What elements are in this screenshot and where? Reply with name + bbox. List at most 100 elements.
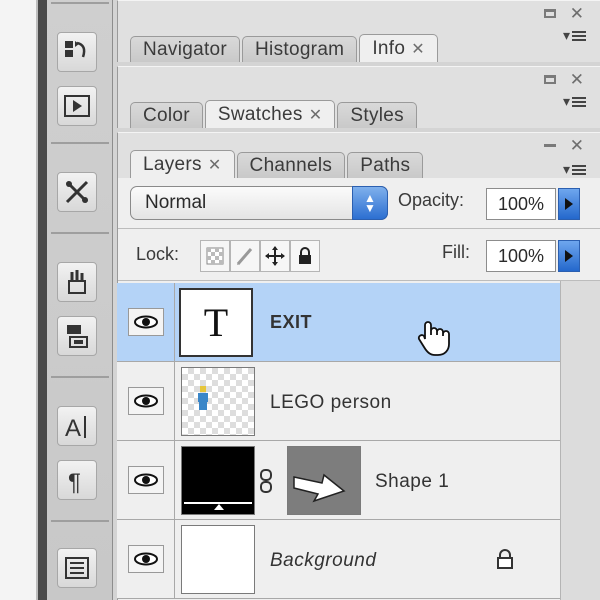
layer-name[interactable]: Shape 1 (375, 471, 449, 493)
clone-source-icon[interactable] (57, 316, 97, 356)
play-arrow-icon (565, 250, 573, 262)
tab-navigator[interactable]: Navigator (130, 36, 241, 62)
layer-name[interactable]: LEGO person (270, 392, 392, 414)
lock-all-icon[interactable] (290, 240, 320, 272)
tab-close-icon[interactable]: ✕ (411, 39, 425, 59)
close-icon[interactable]: ✕ (570, 5, 584, 22)
swatches-panel-group: ✕ Color Swatches ✕ Styles ▾ (117, 66, 600, 128)
visibility-toggle[interactable] (117, 362, 175, 440)
minimize-icon[interactable] (543, 74, 556, 84)
chevron-down-icon: ▾ (562, 93, 570, 109)
panel-menu-button[interactable]: ▾ (563, 161, 586, 178)
tab-paths[interactable]: Paths (347, 152, 424, 178)
panel-controls: ✕ (543, 137, 584, 154)
opacity-label: Opacity: (398, 190, 465, 210)
panel-menu-button[interactable]: ▾ (563, 93, 586, 110)
layer-name[interactable]: Background (270, 550, 376, 572)
tab-color[interactable]: Color (130, 102, 203, 128)
opacity-slider-button[interactable] (558, 188, 580, 220)
dock-group-history (51, 2, 109, 4)
layer-list: T EXIT LEGO person Shape 1 Background (117, 283, 600, 600)
actions-icon[interactable] (57, 86, 97, 126)
panel-controls: ✕ (543, 5, 584, 22)
tool-presets-icon[interactable] (57, 172, 97, 212)
brushes-icon[interactable] (57, 262, 97, 302)
tab-info[interactable]: Info ✕ (359, 34, 438, 62)
divider (118, 280, 600, 281)
workspace-gap (38, 0, 47, 600)
layer-comps-icon[interactable] (57, 548, 97, 588)
divider (118, 228, 600, 229)
fill-label: Fill: (442, 242, 470, 262)
eye-icon (133, 315, 158, 329)
panel-menu-button[interactable]: ▾ (563, 27, 586, 44)
dock-group-layer-comps (51, 520, 109, 522)
eye-icon (133, 473, 158, 487)
layer-row-background[interactable]: Background (117, 520, 560, 599)
layers-scrollbar[interactable] (560, 281, 600, 600)
panel-tabs: Color Swatches ✕ Styles (130, 100, 417, 128)
tool-dock: A ¶ (47, 0, 113, 600)
lock-position-icon[interactable] (260, 240, 290, 272)
eye-icon (133, 394, 158, 408)
layer-row-exit[interactable]: T EXIT (117, 283, 560, 362)
menu-lines-icon (572, 95, 586, 109)
select-arrows-icon: ▲ ▼ (352, 186, 388, 220)
arrow-shape-icon (293, 473, 346, 503)
tab-close-icon[interactable]: ✕ (208, 155, 222, 175)
dock-group-tools (51, 142, 109, 144)
link-icon[interactable] (259, 469, 273, 493)
fill-slider-button[interactable] (558, 240, 580, 272)
layers-panel-header: ✕ Layers ✕ Channels Paths ▾ (117, 132, 600, 178)
document-canvas-edge (0, 0, 38, 600)
close-icon[interactable]: ✕ (570, 71, 584, 88)
tab-swatches[interactable]: Swatches ✕ (204, 100, 336, 128)
tab-layers[interactable]: Layers ✕ (130, 150, 235, 178)
background-layer-thumbnail (181, 525, 255, 594)
layer-row-lego-person[interactable]: LEGO person (117, 362, 560, 441)
visibility-toggle[interactable] (117, 283, 175, 361)
panel-tabs: Navigator Histogram Info ✕ (130, 34, 438, 62)
lock-transparency-icon[interactable] (200, 240, 230, 272)
play-arrow-icon (565, 198, 573, 210)
image-layer-thumbnail (181, 367, 255, 436)
lock-buttons (200, 240, 320, 272)
layer-name[interactable]: EXIT (270, 312, 312, 333)
text-layer-t-icon: T (203, 300, 229, 345)
eye-icon (133, 552, 158, 566)
tab-close-icon[interactable]: ✕ (309, 105, 323, 125)
panel-tabs: Layers ✕ Channels Paths (130, 150, 424, 178)
tab-styles[interactable]: Styles (337, 102, 417, 128)
paragraph-icon[interactable]: ¶ (57, 460, 97, 500)
tab-channels[interactable]: Channels (236, 152, 346, 178)
layer-row-shape-1[interactable]: Shape 1 (117, 441, 560, 520)
fill-field[interactable]: 100% (486, 240, 556, 272)
dock-group-type (51, 376, 109, 378)
close-icon[interactable]: ✕ (570, 137, 584, 154)
lock-icon (497, 549, 513, 569)
fill-color-thumbnail (181, 446, 255, 515)
dock-group-brushes (51, 232, 109, 234)
navigator-panel-group: ✕ Navigator Histogram Info ✕ ▾ (117, 0, 600, 62)
character-icon[interactable]: A (57, 406, 97, 446)
opacity-field[interactable]: 100% (486, 188, 556, 220)
visibility-toggle[interactable] (117, 441, 175, 519)
hand-cursor-icon (417, 321, 450, 356)
tab-histogram[interactable]: Histogram (242, 36, 358, 62)
menu-lines-icon (572, 29, 586, 43)
visibility-toggle[interactable] (117, 520, 175, 598)
lego-figure-icon (198, 386, 208, 410)
lock-label: Lock: (136, 244, 180, 264)
blend-mode-select[interactable]: Normal ▲ ▼ (130, 186, 388, 220)
history-icon[interactable] (57, 32, 97, 72)
minimize-icon[interactable] (543, 8, 556, 18)
blend-mode-value: Normal (145, 192, 207, 213)
minimize-icon[interactable] (543, 143, 556, 147)
menu-lines-icon (572, 163, 586, 177)
vector-mask-thumbnail (287, 446, 361, 515)
lock-image-pixels-icon[interactable] (230, 240, 260, 272)
chevron-down-icon: ▾ (562, 27, 570, 43)
svg-text:¶: ¶ (68, 469, 81, 495)
panel-controls: ✕ (543, 71, 584, 88)
text-layer-thumbnail: T (179, 288, 253, 357)
